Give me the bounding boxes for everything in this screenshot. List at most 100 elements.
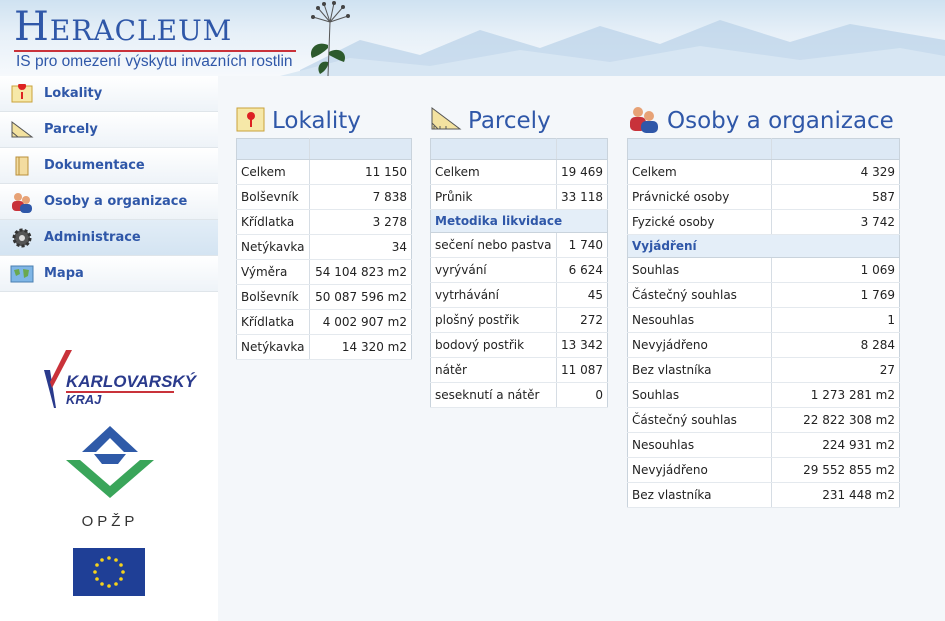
stat-value: [309, 138, 412, 160]
table-row: plošný postřik 272: [430, 307, 608, 333]
table-row: Bez vlastníka 27: [627, 357, 900, 383]
table-row: Výměra 54 104 823 m2: [236, 259, 412, 285]
stat-label: Nevyjádřeno: [627, 457, 772, 483]
panel-lokality: Lokality Celkem 11 150 Bolševník 7 838 Kří…: [236, 104, 412, 360]
table-row: Nevyjádřeno 29 552 855 m2: [627, 457, 900, 483]
stat-value: 3 742: [771, 209, 900, 235]
opzp-logo-icon: [66, 426, 154, 498]
stat-label: Bez vlastníka: [627, 482, 772, 508]
gear-icon: [10, 227, 34, 249]
stat-value: 13 342: [555, 332, 608, 358]
stat-label: [627, 138, 772, 160]
table-row: Netýkavka 34: [236, 234, 412, 260]
table-row: Celkem 11 150: [236, 159, 412, 185]
stat-label: Bolševník: [236, 184, 310, 210]
sidebar-item-mapa[interactable]: Mapa: [0, 256, 218, 292]
stat-label: Celkem: [236, 159, 310, 185]
table-row: Částečný souhlas 1 769: [627, 282, 900, 308]
section-header: Vyjádření: [627, 234, 900, 258]
stat-label: Bolševník: [236, 284, 310, 310]
stat-label: vyrývání: [430, 257, 557, 283]
section-header: Metodika likvidace: [430, 209, 608, 233]
document-icon: [10, 155, 34, 177]
sidebar-item-dokumentace[interactable]: Dokumentace: [0, 148, 218, 184]
heracleum-plant-icon: [310, 1, 350, 76]
world-map-icon: [10, 263, 34, 285]
stat-value: [771, 138, 900, 160]
table-row: bodový postřik 13 342: [430, 332, 608, 358]
stat-value: 7 838: [309, 184, 412, 210]
table-row: Souhlas 1 069: [627, 257, 900, 283]
sidebar: Lokality Parcely Dokumentace Osoby a org…: [0, 76, 218, 621]
stat-label: Nevyjádřeno: [627, 332, 772, 358]
panel-title-osoby: Osoby a organizace: [667, 108, 894, 134]
table-row: Křídlatka 4 002 907 m2: [236, 309, 412, 335]
stat-value: 19 469: [555, 159, 608, 185]
sidebar-item-lokality[interactable]: Lokality: [0, 76, 218, 112]
table-row: vyrývání 6 624: [430, 257, 608, 283]
stat-label: Právnické osoby: [627, 184, 772, 210]
table-row: Nesouhlas 224 931 m2: [627, 432, 900, 458]
stat-value: 272: [555, 307, 608, 333]
stat-label: Metodika likvidace: [430, 209, 608, 233]
stat-label: Křídlatka: [236, 209, 310, 235]
stat-label: Bez vlastníka: [627, 357, 772, 383]
stat-value: 27: [771, 357, 900, 383]
stat-value: 1 740: [555, 232, 608, 258]
table-row: Fyzické osoby 3 742: [627, 209, 900, 235]
stat-label: Křídlatka: [236, 309, 310, 335]
sidebar-item-osoby[interactable]: Osoby a organizace: [0, 184, 218, 220]
parcely-table: Celkem 19 469 Průnik 33 118 Metodika likvi…: [430, 138, 608, 408]
stat-value: 29 552 855 m2: [771, 457, 900, 483]
table-row: Souhlas 1 273 281 m2: [627, 382, 900, 408]
table-row: Křídlatka 3 278: [236, 209, 412, 235]
table-row: Právnické osoby 587: [627, 184, 900, 210]
stat-label: Částečný souhlas: [627, 282, 772, 308]
stat-label: [236, 138, 310, 160]
table-row: Bolševník 50 087 596 m2: [236, 284, 412, 310]
table-row: Nevyjádřeno 8 284: [627, 332, 900, 358]
table-row: vytrhávání 45: [430, 282, 608, 308]
app-subtitle: IS pro omezení výskytu invazních rostlin: [16, 53, 293, 70]
opzp-logo-text: OPŽP: [81, 513, 139, 530]
stat-label: [430, 138, 557, 160]
stat-value: 11 150: [309, 159, 412, 185]
stat-label: Celkem: [430, 159, 557, 185]
table-row: seseknutí a nátěr 0: [430, 382, 608, 408]
table-row: Celkem 4 329: [627, 159, 900, 185]
stat-value: 224 931 m2: [771, 432, 900, 458]
stat-label: sečení nebo pastva: [430, 232, 557, 258]
stat-value: 34: [309, 234, 412, 260]
stat-value: 1 769: [771, 282, 900, 308]
sidebar-item-administrace[interactable]: Administrace: [0, 220, 218, 256]
stat-value: [555, 138, 608, 160]
stat-label: vytrhávání: [430, 282, 557, 308]
stat-label: Výměra: [236, 259, 310, 285]
stat-label: Nesouhlas: [627, 432, 772, 458]
title-underline: [14, 50, 296, 52]
stat-value: 50 087 596 m2: [309, 284, 412, 310]
stat-value: 33 118: [555, 184, 608, 210]
stat-value: 3 278: [309, 209, 412, 235]
stat-label: bodový postřik: [430, 332, 557, 358]
people-icon: [10, 191, 34, 213]
stat-label: seseknutí a nátěr: [430, 382, 557, 408]
stat-value: 8 284: [771, 332, 900, 358]
table-row: Netýkavka 14 320 m2: [236, 334, 412, 360]
table-row: Celkem 19 469: [430, 159, 608, 185]
stat-value: 54 104 823 m2: [309, 259, 412, 285]
stat-label: nátěr: [430, 357, 557, 383]
stat-label: Souhlas: [627, 257, 772, 283]
eu-flag-icon: [73, 548, 145, 596]
sidebar-item-parcely[interactable]: Parcely: [0, 112, 218, 148]
kraj-logo-text: KARLOVARSKÝ: [66, 372, 197, 391]
stat-value: 4 329: [771, 159, 900, 185]
stat-label: Nesouhlas: [627, 307, 772, 333]
panel-parcely: Parcely Celkem 19 469 Průnik 33 118 Metodi…: [430, 104, 608, 408]
lokality-map-pin-icon: [236, 105, 266, 137]
stat-value: 22 822 308 m2: [771, 407, 900, 433]
stat-label: Vyjádření: [627, 234, 900, 258]
map-pin-icon: [10, 83, 34, 105]
stat-label: Netýkavka: [236, 334, 310, 360]
stat-value: 231 448 m2: [771, 482, 900, 508]
